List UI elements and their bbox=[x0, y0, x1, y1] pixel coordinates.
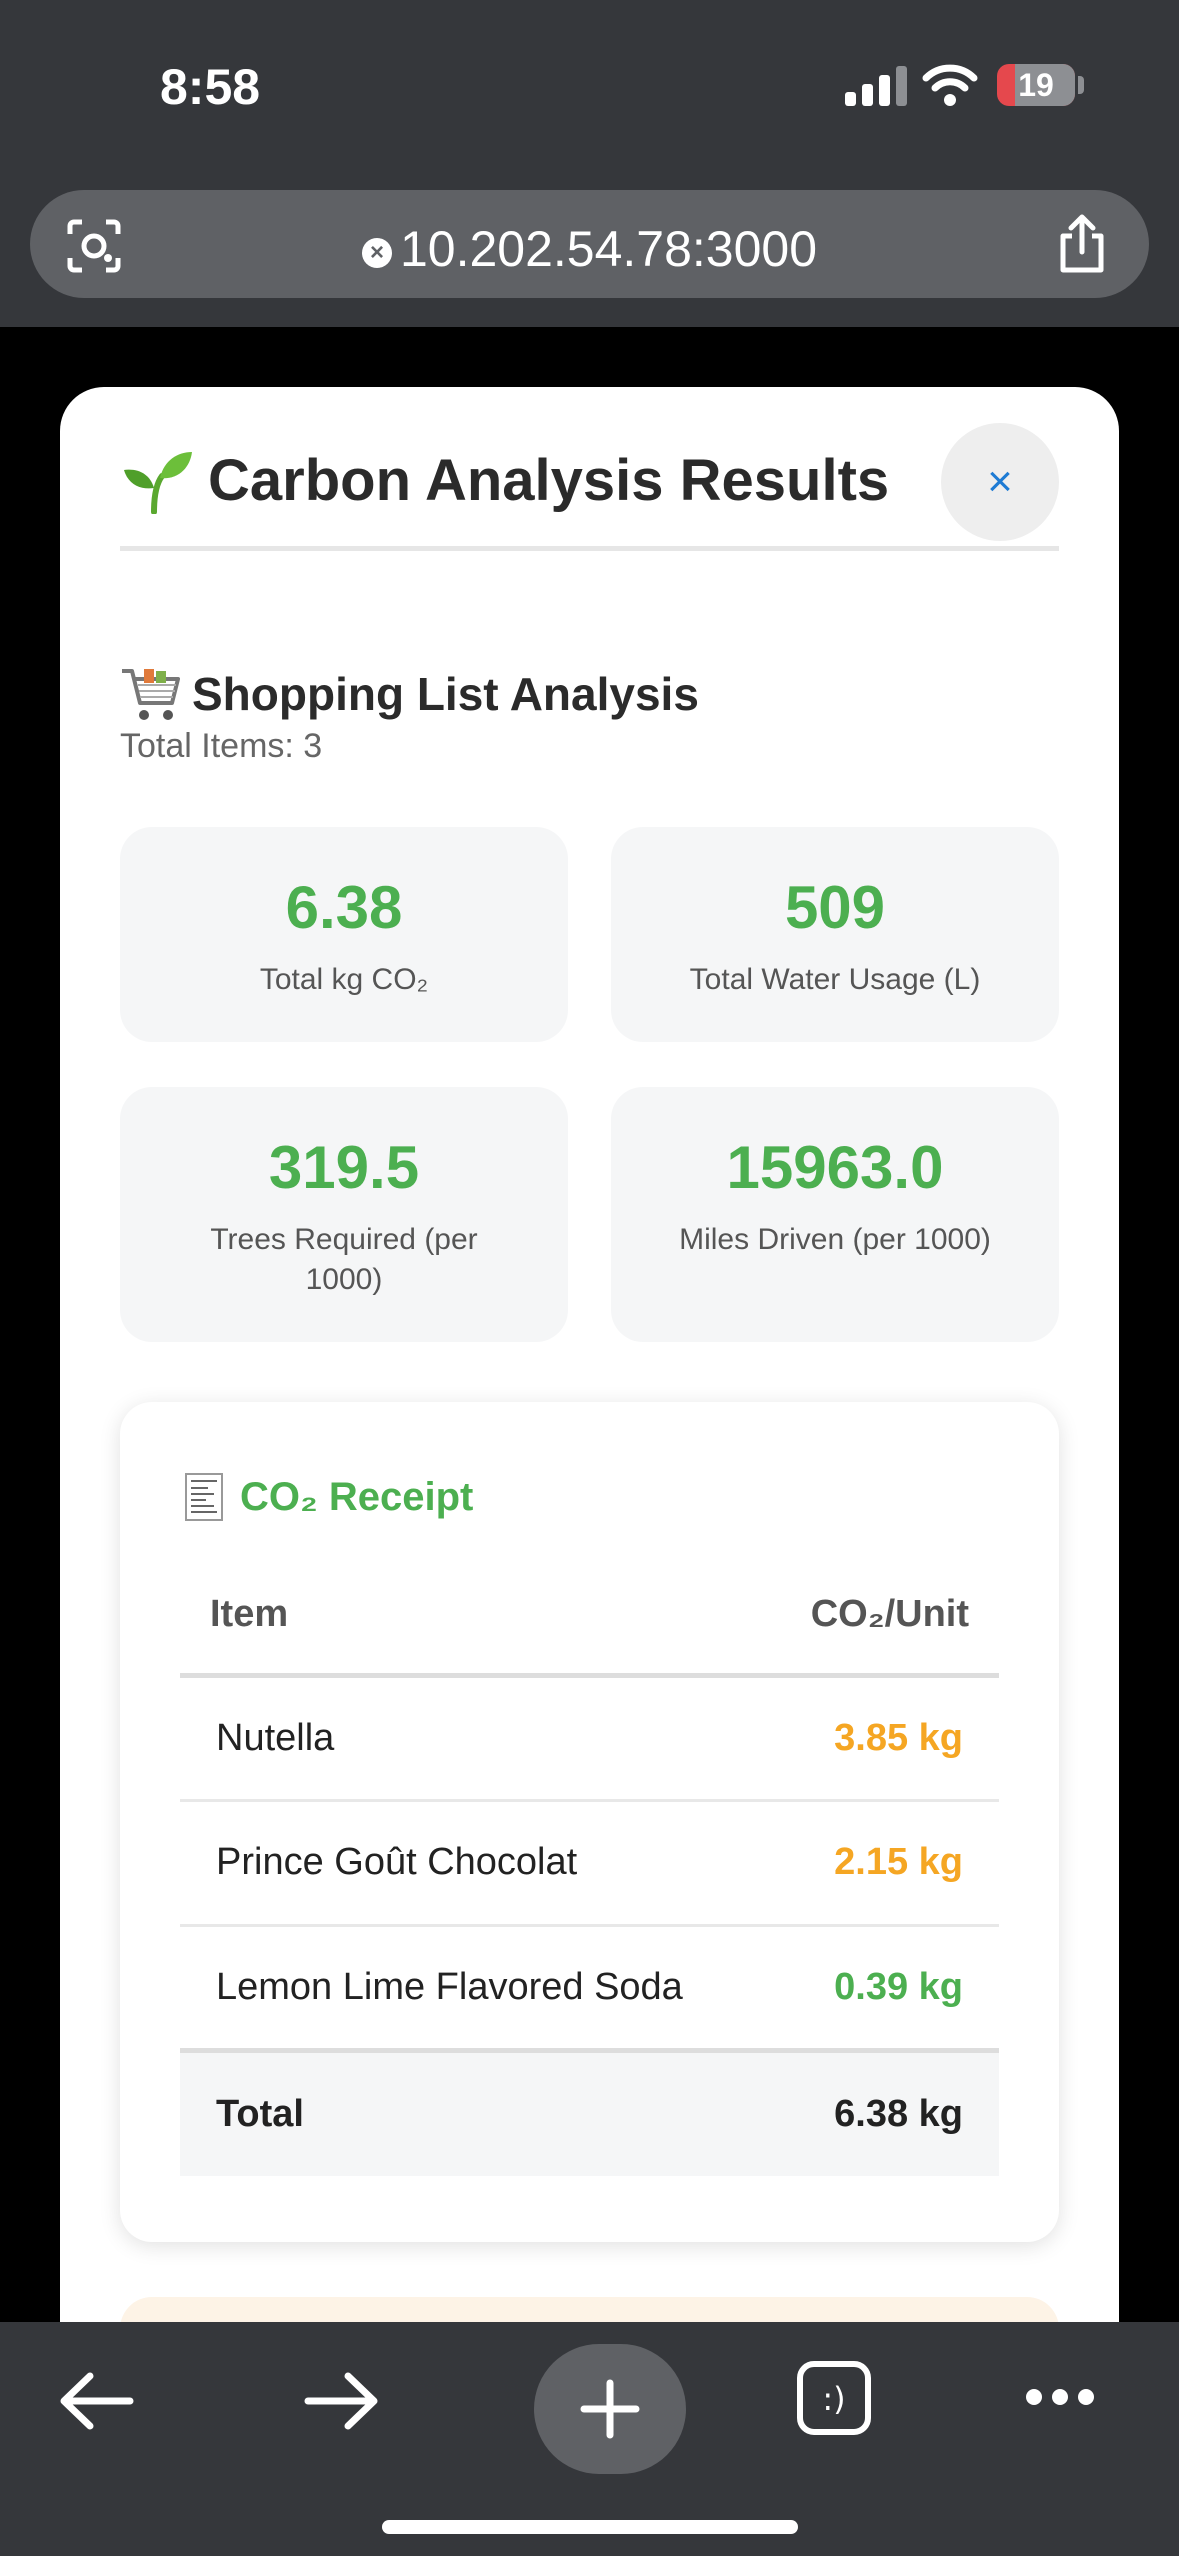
modal-header: Carbon Analysis Results × bbox=[120, 423, 1059, 551]
svg-text::): :) bbox=[822, 2380, 845, 2418]
table-row: Prince Goût Chocolat 2.15 kg bbox=[180, 1800, 999, 1925]
results-modal: Carbon Analysis Results × Shopping List … bbox=[60, 387, 1119, 2487]
back-icon[interactable] bbox=[56, 2366, 136, 2436]
item-name: Nutella bbox=[216, 1716, 335, 1759]
co2-receipt: CO₂ Receipt Item CO₂/Unit Nutella 3.85 k… bbox=[120, 1402, 1059, 2242]
battery-tip bbox=[1078, 76, 1084, 94]
item-name: Prince Goût Chocolat bbox=[216, 1841, 578, 1883]
section-title: Shopping List Analysis bbox=[120, 665, 699, 723]
total-value: 6.38 kg bbox=[762, 2050, 999, 2176]
address-bar[interactable]: × 10.202.54.78:3000 bbox=[30, 190, 1149, 298]
plus-icon bbox=[580, 2379, 640, 2439]
stat-label: Total Water Usage (L) bbox=[689, 963, 981, 996]
stat-value: 319.5 bbox=[268, 1134, 420, 1201]
browser-bottom-bar: :) bbox=[0, 2322, 1179, 2556]
status-bar: 8:58 19 bbox=[0, 0, 1179, 175]
close-button[interactable]: × bbox=[941, 423, 1059, 541]
url-text[interactable]: × 10.202.54.78:3000 bbox=[30, 220, 1149, 278]
item-co2: 0.39 kg bbox=[834, 1965, 963, 2008]
total-label: Total bbox=[180, 2050, 763, 2176]
stat-value: 15963.0 bbox=[726, 1134, 944, 1201]
stat-card-co2: 6.38 Total kg CO₂ bbox=[120, 827, 568, 1042]
tabs-icon[interactable]: :) bbox=[796, 2360, 872, 2436]
total-items-text: Total Items: 3 bbox=[120, 727, 323, 765]
wifi-icon bbox=[922, 64, 978, 106]
stat-card-miles: 15963.0 Miles Driven (per 1000) bbox=[611, 1087, 1059, 1342]
col-unit-header: CO₂/Unit bbox=[810, 1593, 969, 1636]
stat-label: Miles Driven (per 1000) bbox=[679, 1223, 991, 1256]
stat-card-water: 509 Total Water Usage (L) bbox=[611, 827, 1059, 1042]
stat-value: 509 bbox=[784, 874, 886, 941]
col-item-header: Item bbox=[210, 1593, 289, 1636]
item-co2: 2.15 kg bbox=[834, 1841, 963, 1883]
more-icon[interactable] bbox=[1024, 2386, 1096, 2408]
table-row: Nutella 3.85 kg bbox=[180, 1675, 999, 1800]
receipt-title: CO₂ Receipt bbox=[184, 1472, 473, 1522]
forward-icon[interactable] bbox=[302, 2366, 382, 2436]
insecure-icon: × bbox=[361, 238, 392, 268]
new-tab-button[interactable] bbox=[534, 2344, 686, 2474]
receipt-icon bbox=[185, 1473, 223, 1521]
stat-label: Trees Required (per 1000) bbox=[210, 1223, 478, 1296]
table-row: Lemon Lime Flavored Soda 0.39 kg bbox=[180, 1925, 999, 2050]
signal-icon bbox=[845, 64, 907, 106]
browser-toolbar: × 10.202.54.78:3000 bbox=[0, 175, 1179, 327]
stat-card-trees: 319.5 Trees Required (per 1000) bbox=[120, 1087, 568, 1342]
modal-title: Carbon Analysis Results bbox=[120, 447, 889, 514]
sprout-icon bbox=[124, 451, 192, 514]
item-co2: 3.85 kg bbox=[834, 1716, 963, 1759]
total-row: Total 6.38 kg bbox=[180, 2050, 999, 2176]
cart-icon bbox=[122, 669, 180, 720]
home-indicator bbox=[382, 2520, 798, 2534]
stat-label: Total kg CO₂ bbox=[259, 963, 429, 996]
stat-value: 6.38 bbox=[285, 874, 403, 941]
battery-icon: 19 bbox=[997, 64, 1075, 106]
share-icon[interactable] bbox=[1055, 214, 1109, 274]
item-name: Lemon Lime Flavored Soda bbox=[216, 1965, 683, 2008]
clock: 8:58 bbox=[160, 59, 261, 115]
receipt-table: Item CO₂/Unit Nutella 3.85 kg Prince Goû… bbox=[180, 1557, 999, 2176]
